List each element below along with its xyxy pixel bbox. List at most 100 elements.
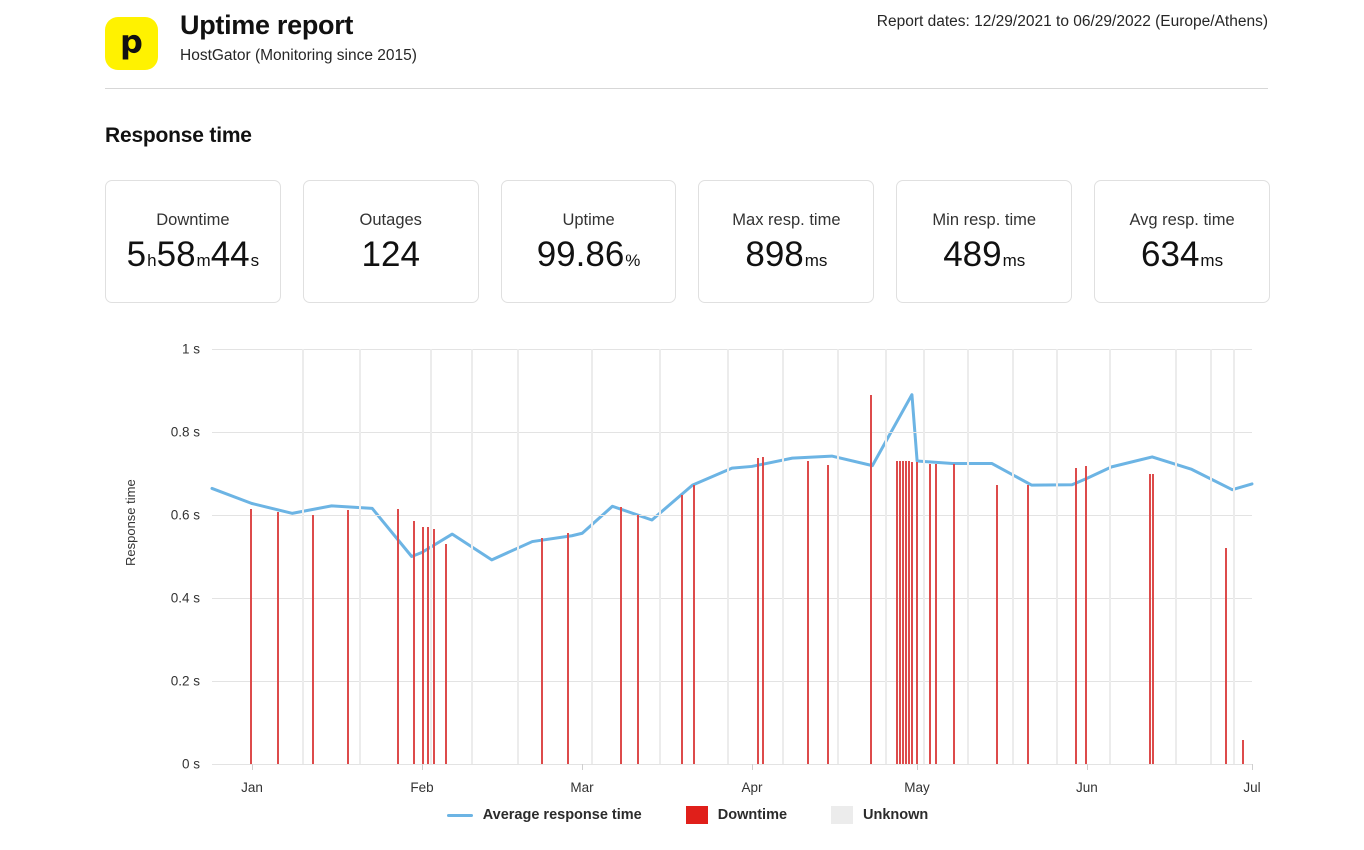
x-axis-tick <box>1086 764 1088 770</box>
y-gridline <box>212 432 1252 433</box>
stat-card-label: Avg resp. time <box>1129 211 1235 229</box>
y-gridline <box>212 681 1252 682</box>
legend-item-downtime[interactable]: Downtime <box>685 806 787 824</box>
y-gridline <box>212 515 1252 516</box>
downtime-bar <box>904 461 907 764</box>
stat-value-number: 634 <box>1141 235 1200 274</box>
unknown-bar <box>358 349 361 764</box>
stat-value-number: 5 <box>126 235 147 274</box>
unknown-bar <box>923 349 926 764</box>
downtime-bar <box>426 527 429 764</box>
downtime-bar <box>910 461 913 764</box>
uptime-report-page: p Uptime report HostGator (Monitoring si… <box>0 0 1364 850</box>
x-axis-tick <box>917 764 919 770</box>
downtime-bar <box>896 461 898 764</box>
x-axis-tick <box>751 764 753 770</box>
unknown-bar <box>470 349 473 764</box>
stat-card-value: 124 <box>362 237 420 272</box>
y-axis-tick-label: 1 s <box>181 341 200 357</box>
unknown-bar <box>727 349 729 764</box>
stat-cards: Downtime 5 h 58 m 44 s Outages 124 Uptime 99.86% Ma… <box>105 180 1270 303</box>
stat-card-value: 489 ms <box>943 237 1025 272</box>
chart-legend: Average response time Downtime Unknown <box>105 806 1270 824</box>
stat-value-unit: ms <box>804 251 828 270</box>
unknown-bar <box>1175 349 1178 764</box>
x-axis-tick <box>421 764 423 770</box>
downtime-bar <box>540 537 543 764</box>
downtime-bar <box>953 464 955 764</box>
downtime-bar <box>826 464 829 764</box>
legend-item-unknown[interactable]: Unknown <box>831 806 928 824</box>
downtime-bar <box>637 515 640 764</box>
downtime-bar <box>312 515 315 764</box>
legend-box-swatch-icon <box>831 806 854 824</box>
response-time-chart: Response time 0 s 0.2 s 0.4 s 0.6 s 0.8 s 1 s… <box>105 330 1270 830</box>
downtime-bar <box>346 509 349 764</box>
report-header: p Uptime report HostGator (Monitoring si… <box>0 0 1364 90</box>
stat-value-number: 44 <box>210 235 250 274</box>
legend-label: Average response time <box>482 807 642 823</box>
unknown-bar <box>782 349 785 764</box>
y-axis-title: Response time <box>123 479 138 566</box>
unknown-bar <box>837 349 840 764</box>
downtime-bar <box>915 462 918 764</box>
unknown-bar <box>1109 349 1111 764</box>
downtime-bar <box>1084 466 1087 764</box>
y-axis-tick-label: 0.4 s <box>170 590 200 606</box>
unknown-bar <box>1011 349 1014 764</box>
stat-value-unit: m <box>196 251 211 270</box>
downtime-bar <box>995 484 998 764</box>
downtime-bar <box>806 461 809 764</box>
legend-item-average-response-time[interactable]: Average response time <box>446 807 642 823</box>
downtime-bar <box>1224 548 1227 764</box>
stat-value-unit: s <box>250 251 260 270</box>
average-response-time-line <box>212 349 1252 764</box>
y-axis-tick-label: 0.2 s <box>170 673 200 689</box>
stat-value-number: 489 <box>943 235 1002 274</box>
legend-box-swatch-icon <box>685 806 708 824</box>
downtime-bar <box>433 529 435 764</box>
x-axis-tick-label: Mar <box>570 780 594 795</box>
downtime-bar <box>870 394 872 764</box>
stat-value-unit: % <box>625 251 641 270</box>
downtime-bar <box>761 456 764 764</box>
report-dates: Report dates: 12/29/2021 to 06/29/2022 (… <box>876 13 1268 30</box>
y-axis-tick-label: 0.8 s <box>170 424 200 440</box>
x-axis-tick <box>582 764 584 770</box>
stat-value-unit: h <box>147 251 157 270</box>
stat-value-number: 898 <box>745 235 804 274</box>
downtime-bar <box>421 526 424 764</box>
stat-card-label: Max resp. time <box>732 211 841 229</box>
x-axis-tick-label: Jan <box>241 780 263 795</box>
x-axis-tick <box>252 764 254 770</box>
x-axis-tick-label: Feb <box>410 780 434 795</box>
downtime-bar <box>756 458 759 764</box>
unknown-bar <box>429 349 432 764</box>
downtime-bar <box>1074 468 1077 764</box>
downtime-bar <box>1242 739 1245 764</box>
downtime-bar <box>277 512 279 764</box>
stat-card: Max resp. time 898 ms <box>698 180 875 303</box>
downtime-bar <box>681 495 684 764</box>
stat-card-label: Uptime <box>562 211 615 229</box>
unknown-bar <box>301 349 304 764</box>
x-axis-tick <box>1252 764 1253 770</box>
downtime-bar <box>693 485 695 764</box>
response-time-line <box>212 395 1252 560</box>
y-axis-tick-label: 0.6 s <box>170 507 200 523</box>
stat-value-unit: ms <box>1200 251 1224 270</box>
downtime-bar <box>413 521 416 764</box>
stat-card-value: 99.86% <box>537 237 641 272</box>
header-divider <box>105 88 1268 89</box>
x-axis-tick-label: Jun <box>1076 780 1098 795</box>
stat-value-number: 58 <box>156 235 196 274</box>
y-gridline <box>212 764 1252 765</box>
stat-card: Uptime 99.86% <box>500 180 677 303</box>
chart-plot-area: 0 s 0.2 s 0.4 s 0.6 s 0.8 s 1 s Jan Feb Mar Apr Ma… <box>171 342 1261 796</box>
stat-card-label: Min resp. time <box>932 211 1037 229</box>
stat-card: Downtime 5 h 58 m 44 s <box>105 180 281 303</box>
downtime-bar <box>1151 473 1154 764</box>
stat-card: Avg resp. time 634 ms <box>1094 180 1270 303</box>
downtime-bar <box>928 463 931 764</box>
section-title: Response time <box>105 124 252 147</box>
